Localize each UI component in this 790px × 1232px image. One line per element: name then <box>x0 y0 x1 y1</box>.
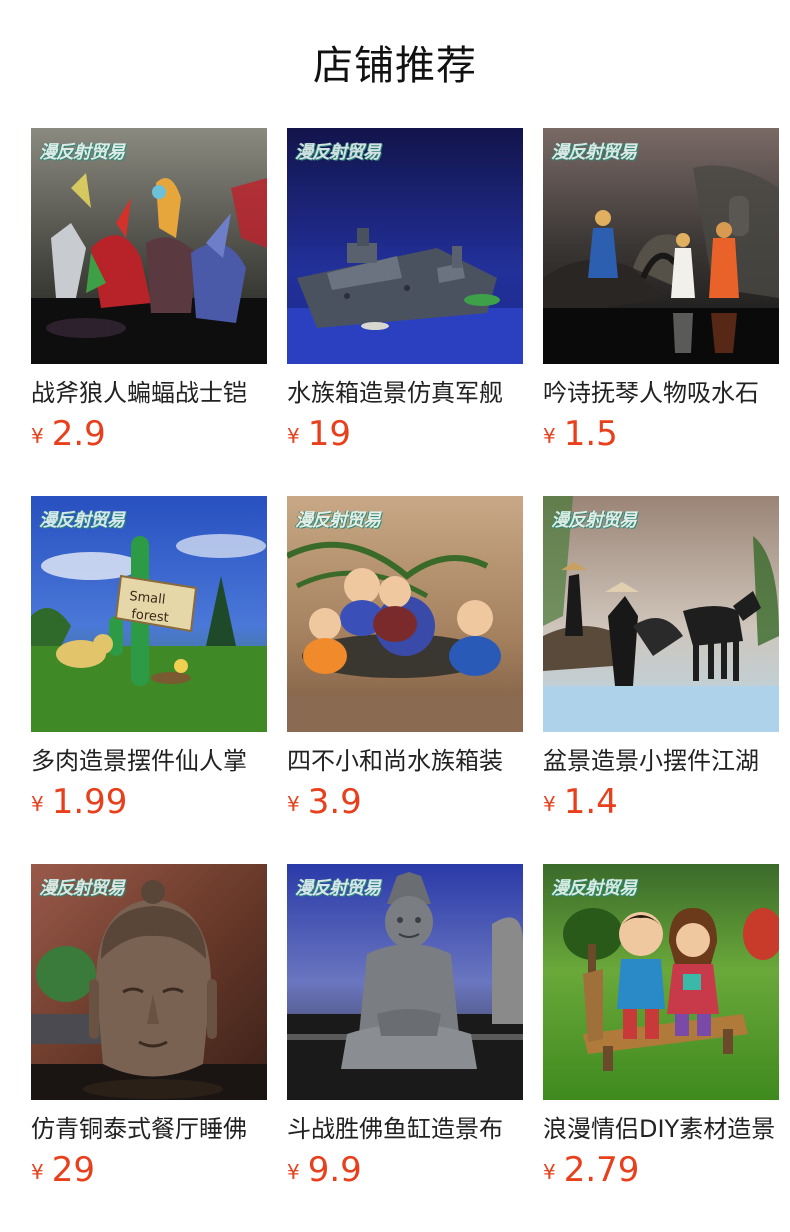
product-price: ¥3.9 <box>287 782 523 828</box>
price-amount: 2.9 <box>51 414 106 454</box>
watermark-logo: 漫反射贸易 <box>295 878 381 899</box>
price-amount: 1.4 <box>563 782 618 822</box>
product-card[interactable]: 漫反射贸易 仿青铜泰式餐厅睡佛 ¥29 <box>31 864 267 1210</box>
product-card[interactable]: 漫反射贸易 战斧狼人蝙蝠战士铠 ¥2.9 <box>31 128 267 474</box>
product-price: ¥2.9 <box>31 414 267 460</box>
product-grid: 漫反射贸易 战斧狼人蝙蝠战士铠 ¥2.9 漫反射贸易 水族箱造景仿真军舰 ¥ 1… <box>31 128 779 1210</box>
price-amount: 1.99 <box>51 782 128 822</box>
product-image[interactable]: 漫反射贸易 <box>287 128 523 364</box>
product-title[interactable]: 水族箱造景仿真军舰 <box>287 376 523 410</box>
currency-symbol: ¥ <box>31 1160 44 1184</box>
product-card[interactable]: 漫反射贸易 四不小和尚水族箱装 ¥3.9 <box>287 496 523 842</box>
watermark-logo: 漫反射贸易 <box>39 510 125 531</box>
price-amount: 1.5 <box>563 414 618 454</box>
product-image[interactable]: Small forest 漫反射贸易 <box>31 496 267 732</box>
watermark-logo: 漫反射贸易 <box>551 878 637 899</box>
currency-symbol: ¥ <box>31 424 44 448</box>
product-image[interactable]: 漫反射贸易 <box>543 864 779 1100</box>
product-image[interactable]: 漫反射贸易 <box>31 128 267 364</box>
product-image[interactable]: 漫反射贸易 <box>543 496 779 732</box>
product-title[interactable]: 仿青铜泰式餐厅睡佛 <box>31 1112 267 1146</box>
watermark-logo: 漫反射贸易 <box>551 510 637 531</box>
currency-symbol: ¥ <box>287 792 300 816</box>
product-title[interactable]: 斗战胜佛鱼缸造景布 <box>287 1112 523 1146</box>
product-price: ¥1.5 <box>543 414 779 460</box>
product-title[interactable]: 四不小和尚水族箱装 <box>287 744 523 778</box>
product-price: ¥9.9 <box>287 1150 523 1196</box>
currency-symbol: ¥ <box>543 1160 556 1184</box>
price-amount: 2.79 <box>563 1150 640 1190</box>
product-price: ¥29 <box>31 1150 267 1196</box>
product-image[interactable]: 漫反射贸易 <box>31 864 267 1100</box>
product-title[interactable]: 盆景造景小摆件江湖 <box>543 744 779 778</box>
currency-symbol: ¥ <box>543 792 556 816</box>
product-title[interactable]: 吟诗抚琴人物吸水石 <box>543 376 779 410</box>
product-title[interactable]: 多肉造景摆件仙人掌 <box>31 744 267 778</box>
product-price: ¥1.4 <box>543 782 779 828</box>
product-image[interactable]: 漫反射贸易 <box>287 864 523 1100</box>
product-image[interactable]: 漫反射贸易 <box>543 128 779 364</box>
product-card[interactable]: 漫反射贸易 水族箱造景仿真军舰 ¥19 <box>287 128 523 474</box>
product-image[interactable]: 漫反射贸易 <box>287 496 523 732</box>
watermark-logo: 漫反射贸易 <box>551 142 637 163</box>
currency-symbol: ¥ <box>543 424 556 448</box>
product-price: ¥1.99 <box>31 782 267 828</box>
product-price: ¥2.79 <box>543 1150 779 1196</box>
currency-symbol: ¥ <box>31 792 44 816</box>
product-title[interactable]: 战斧狼人蝙蝠战士铠 <box>31 376 267 410</box>
price-amount: 19 <box>307 414 351 454</box>
product-card[interactable]: 漫反射贸易 盆景造景小摆件江湖 ¥1.4 <box>543 496 779 842</box>
product-price: ¥19 <box>287 414 523 460</box>
product-title[interactable]: 浪漫情侣DIY素材造景 <box>543 1112 779 1146</box>
watermark-logo: 漫反射贸易 <box>295 510 381 531</box>
watermark-logo: 漫反射贸易 <box>39 142 125 163</box>
currency-symbol: ¥ <box>287 424 300 448</box>
product-card[interactable]: 漫反射贸易 浪漫情侣DIY素材造景 ¥2.79 <box>543 864 779 1210</box>
product-card[interactable]: 漫反射贸易 斗战胜佛鱼缸造景布 ¥9.9 <box>287 864 523 1210</box>
price-amount: 3.9 <box>307 782 362 822</box>
product-card[interactable]: Small forest 漫反射贸易 多肉造景摆件仙人掌 ¥1.99 <box>31 496 267 842</box>
watermark-logo: 漫反射贸易 <box>295 142 381 163</box>
product-card[interactable]: 漫反射贸易 吟诗抚琴人物吸水石 ¥1.5 <box>543 128 779 474</box>
price-amount: 29 <box>51 1150 95 1190</box>
currency-symbol: ¥ <box>287 1160 300 1184</box>
price-amount: 9.9 <box>307 1150 362 1190</box>
watermark-logo: 漫反射贸易 <box>39 878 125 899</box>
page-title: 店铺推荐 <box>313 43 477 89</box>
